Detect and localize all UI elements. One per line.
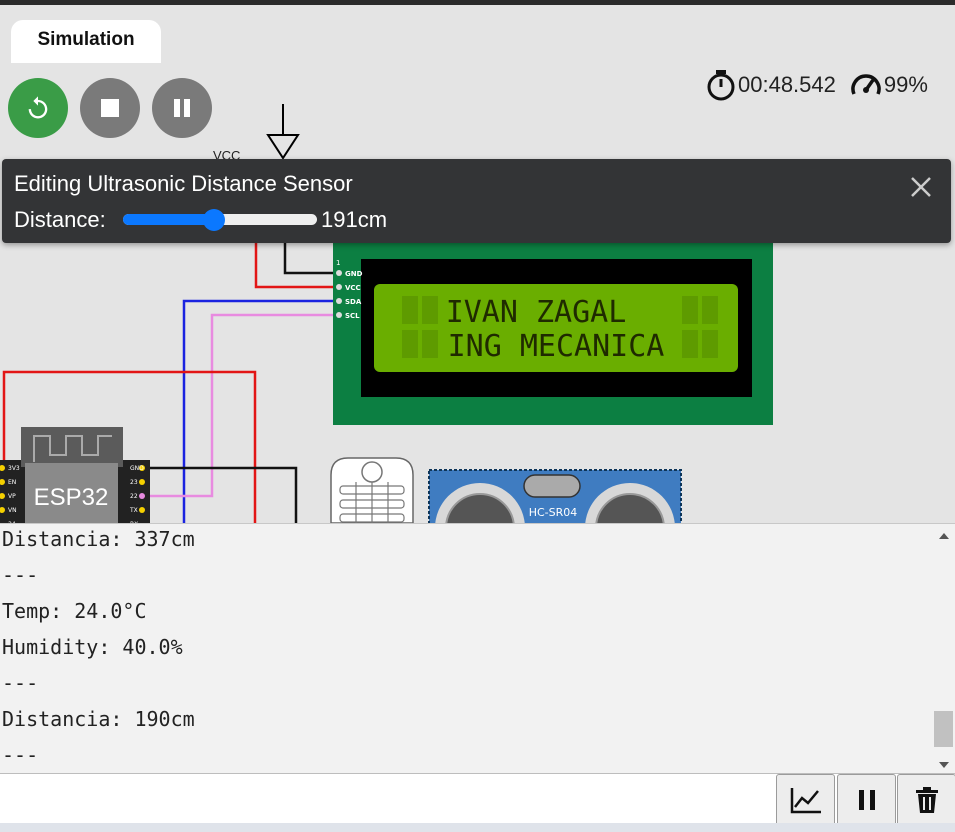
lcd-pin-scl: SCL (345, 312, 360, 320)
simulation-status: 00:48.542 99% (706, 68, 928, 102)
serial-monitor[interactable]: Distancia: 337cm --- Temp: 24.0°C Humidity:… (0, 523, 955, 773)
plotter-button[interactable] (776, 774, 835, 826)
esp32-board: ESP32 GND 23 22 TX RX 3V3 EN VP VN 34 (0, 427, 150, 523)
distance-label: Distance: (14, 207, 106, 232)
slider-fill (123, 214, 215, 225)
bottom-strip (0, 823, 955, 832)
lcd-line-1: IVAN ZAGAL (446, 295, 627, 330)
stop-button[interactable] (80, 78, 140, 138)
chart-icon (790, 788, 821, 814)
serial-line: Distancia: 190cm (2, 707, 195, 731)
speedometer-icon (851, 74, 881, 95)
esp32-pin-3v3: 3V3 (8, 465, 20, 472)
wire-sda (182, 299, 340, 523)
lcd-pin-vcc: VCC (345, 284, 361, 292)
distance-value: 191cm (321, 207, 388, 232)
tab-simulation[interactable]: Simulation (11, 20, 161, 63)
restart-button[interactable] (8, 78, 68, 138)
restart-icon (28, 96, 48, 119)
scroll-up-arrow-icon[interactable] (939, 533, 949, 539)
dht-sensor (330, 457, 414, 523)
pause-icon (174, 99, 190, 117)
esp32-pin-vn: VN (8, 507, 17, 514)
esp32-pin-gnd: GND (130, 465, 144, 472)
edit-panel-title: Editing Ultrasonic Distance Sensor (14, 171, 353, 196)
lcd-module: IVAN ZAGAL ING MECANICA 1 GND VCC SDA SC… (333, 243, 773, 425)
sensor-label: HC-SR04 (529, 506, 578, 519)
trash-icon (915, 787, 938, 813)
simulation-speed: 99% (883, 72, 928, 97)
wire-gnd (283, 240, 340, 275)
distance-slider[interactable] (123, 209, 317, 231)
clear-button[interactable] (897, 774, 955, 826)
esp32-pin-22: 22 (130, 493, 138, 500)
pause-icon (858, 790, 875, 810)
serial-line: Humidity: 40.0% (2, 635, 183, 659)
scroll-down-arrow-icon[interactable] (939, 762, 949, 768)
serial-input[interactable] (0, 774, 775, 823)
ground-symbol (266, 104, 300, 160)
serial-line: Distancia: 337cm (2, 527, 195, 551)
esp32-pin-23: 23 (130, 479, 138, 486)
serial-pause-button[interactable] (837, 774, 896, 826)
stopwatch-icon (707, 70, 735, 101)
top-border (0, 0, 955, 5)
serial-scrollbar[interactable] (933, 524, 955, 773)
edit-component-panel: Editing Ultrasonic Distance Sensor Dista… (2, 159, 951, 243)
stop-icon (101, 99, 119, 117)
serial-line: Temp: 24.0°C (2, 599, 147, 623)
serial-output: Distancia: 337cm --- Temp: 24.0°C Humidity:… (2, 524, 195, 773)
serial-line: --- (2, 743, 39, 767)
serial-input-bar (0, 773, 955, 826)
close-icon[interactable] (909, 175, 933, 199)
scroll-thumb[interactable] (934, 711, 953, 747)
lcd-pin-sda: SDA (345, 298, 362, 306)
esp32-label: ESP32 (34, 484, 109, 511)
serial-line: --- (2, 563, 39, 587)
lcd-pin-gnd: GND (345, 270, 363, 278)
esp32-pin-vp: VP (8, 493, 16, 500)
esp32-pin-tx: TX (129, 507, 138, 514)
serial-line: --- (2, 671, 39, 695)
lcd-line-2: ING MECANICA (448, 329, 665, 364)
elapsed-time: 00:48.542 (738, 72, 836, 97)
slider-thumb[interactable] (203, 209, 226, 231)
pause-button[interactable] (152, 78, 212, 138)
lcd-pin-number: 1 (336, 259, 340, 267)
wire-vcc (254, 240, 340, 289)
ultrasonic-sensor: HC-SR04 (428, 469, 682, 523)
esp32-pin-en: EN (8, 479, 16, 486)
